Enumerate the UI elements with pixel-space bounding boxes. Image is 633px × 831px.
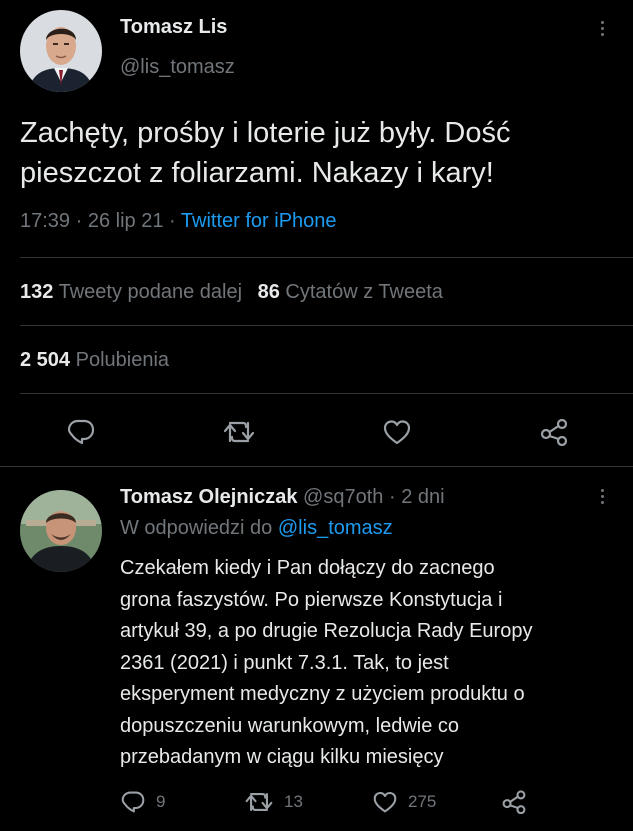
reply-retweets-count: 13 [284, 792, 303, 811]
replying-to-label: W odpowiedzi do [120, 517, 273, 539]
reply-author-handle[interactable]: @sq7oth [303, 486, 383, 508]
reply-retweet-button[interactable]: 13 [244, 790, 303, 814]
reply-text-line: przebadanym w ciągu kilku miesięcy [120, 746, 444, 768]
reply-text-line: artykuł 39, a po drugie Rezolucja Rady E… [120, 620, 533, 642]
share-icon [540, 418, 568, 446]
reply-text-line: dopuszczeniu warunkowym, ledwie co [120, 714, 460, 737]
speech-bubble-icon [121, 791, 145, 813]
divider [20, 325, 633, 326]
likes-count: 2 504 [20, 349, 71, 371]
reply-likes-count: 275 [408, 792, 437, 811]
retweet-button[interactable] [222, 419, 256, 445]
reply-text-line: grona faszystów. Po pierwsze Konstytucja… [120, 588, 503, 611]
divider [20, 393, 633, 394]
reply-like-button[interactable]: 275 [372, 790, 436, 814]
more-vertical-icon[interactable] [597, 21, 607, 36]
share-button[interactable] [538, 416, 570, 446]
heart-icon [383, 420, 411, 445]
tweet-text-line: pieszczot z foliarzami. Nakazy i kary! [20, 157, 494, 189]
author-name[interactable]: Tomasz Lis [120, 16, 227, 39]
reply-text-line: eksperyment medyczny z użyciem produktu … [120, 683, 525, 705]
quotes-count: 86 [257, 281, 280, 303]
engagement-stats: 132 Tweety podane dalej 86 Cytatów z Twe… [20, 281, 443, 304]
tweet-text-line: Zachęty, prośby i loterie już były. Dość [20, 117, 511, 149]
divider [20, 257, 633, 258]
divider [0, 466, 633, 467]
meta-separator: · [169, 210, 176, 232]
like-button[interactable] [382, 418, 412, 446]
meta-separator: · [75, 210, 83, 232]
meta-separator: · [388, 486, 396, 508]
retweets-stat[interactable]: 132 Tweety podane dalej [20, 281, 248, 303]
retweets-label: Tweety podane dalej [58, 281, 243, 303]
reply-text-line: Czekałem kiedy i Pan dołączy do zacnego [120, 557, 495, 579]
likes-stat[interactable]: 2 504 Polubienia [20, 349, 169, 372]
likes-label: Polubienia [75, 349, 170, 371]
reply-text: Czekałem kiedy i Pan dołączy do zacnego … [120, 553, 532, 774]
reply-text-line: 2361 (2021) i punkt 7.3.1. Tak, to jest [120, 651, 449, 674]
reply-age[interactable]: 2 dni [401, 486, 444, 508]
tweet-time[interactable]: 17:39 [20, 210, 70, 232]
tweet-text: Zachęty, prośby i loterie już były. Dość… [20, 113, 511, 193]
reply-button[interactable] [66, 418, 96, 446]
reply-share-button[interactable] [500, 788, 528, 814]
tweet-meta: 17:39 · 26 lip 21 · Twitter for iPhone [20, 210, 337, 233]
author-avatar[interactable] [20, 10, 102, 92]
author-handle[interactable]: @lis_tomasz [120, 56, 235, 79]
retweets-count: 132 [20, 281, 54, 303]
reply-header: Tomasz Olejniczak @sq7oth · 2 dni [120, 486, 445, 509]
speech-bubble-icon [67, 419, 95, 445]
reply-more-vertical-icon[interactable] [597, 489, 607, 504]
retweet-icon [245, 793, 273, 811]
heart-icon [373, 791, 397, 813]
share-icon [502, 790, 526, 814]
quotes-stat[interactable]: 86 Cytatów z Tweeta [258, 281, 443, 303]
replying-to: W odpowiedzi do @lis_tomasz [120, 517, 393, 540]
reply-reply-button[interactable]: 9 [120, 790, 165, 814]
reply-author-name[interactable]: Tomasz Olejniczak [120, 486, 297, 508]
reply-replies-count: 9 [156, 792, 166, 811]
tweet-date[interactable]: 26 lip 21 [88, 210, 164, 232]
tweet-source-link[interactable]: Twitter for iPhone [181, 210, 337, 232]
retweet-icon [223, 421, 255, 443]
quotes-label: Cytatów z Tweeta [285, 281, 443, 303]
reply-author-avatar[interactable] [20, 490, 102, 572]
replying-to-handle[interactable]: @lis_tomasz [278, 517, 393, 539]
